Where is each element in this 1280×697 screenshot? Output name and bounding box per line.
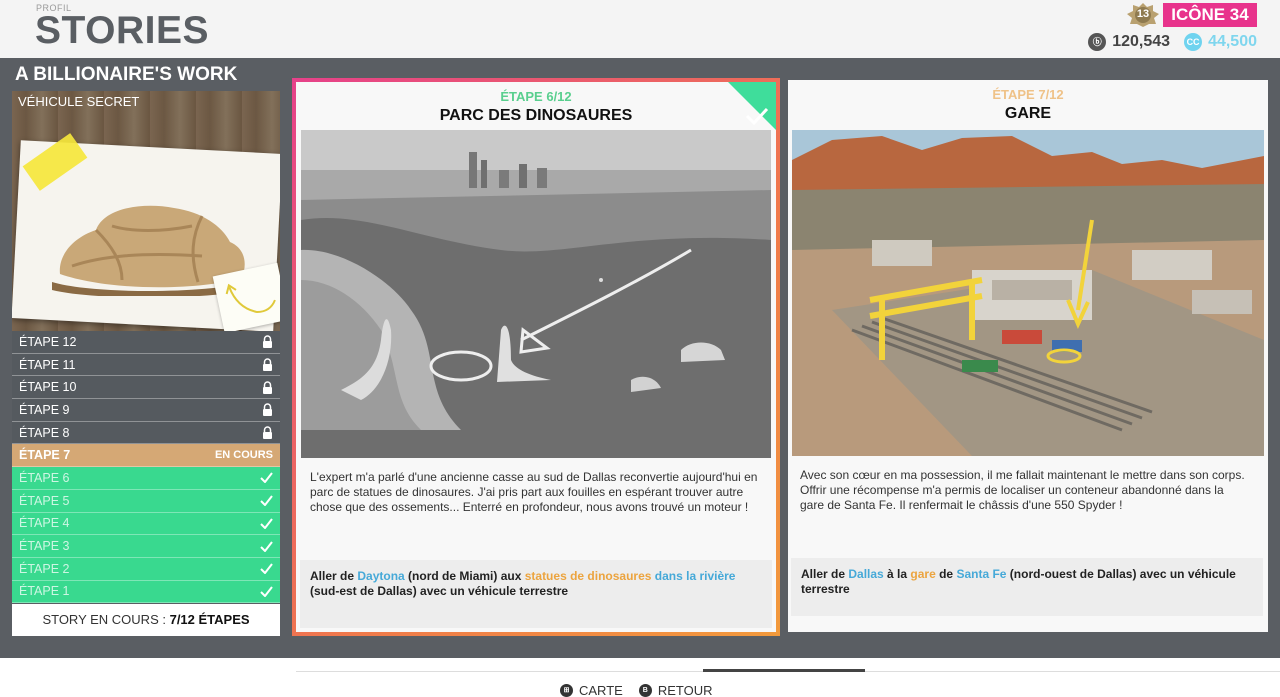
objective-location: Daytona — [357, 569, 405, 583]
dinosaur-park-image — [301, 130, 771, 458]
check-icon — [260, 540, 273, 552]
check-icon — [260, 563, 273, 575]
step-label: ÉTAPE 7 — [19, 448, 71, 463]
objective-location: Dallas — [848, 567, 884, 581]
lock-icon — [263, 381, 272, 394]
page-title: STORIES — [35, 9, 209, 52]
step-label: ÉTAPE 10 — [19, 380, 77, 395]
lock-icon — [263, 335, 272, 349]
story-status-value: 7/12 ÉTAPES — [169, 612, 250, 627]
step-label: ÉTAPE 8 — [19, 425, 70, 440]
step-item-11[interactable]: ÉTAPE 11 — [12, 353, 280, 377]
step-item-9[interactable]: ÉTAPE 9 — [12, 399, 280, 422]
card-objective: Aller de Daytona (nord de Miami) aux sta… — [300, 560, 772, 628]
lock-icon — [263, 403, 272, 417]
crew-credits-icon: CC — [1184, 33, 1203, 51]
step-item-4[interactable]: ÉTAPE 4 — [12, 512, 280, 536]
level-badge-icon: 13 — [1126, 2, 1160, 28]
currency-bar: ⓑ 120,543 CC 44,500 — [1088, 32, 1257, 52]
step-label: ÉTAPE 4 — [19, 516, 70, 531]
secret-vehicle-label: VÉHICULE SECRET — [18, 94, 140, 109]
card-title: GARE — [1004, 105, 1052, 122]
step-label: ÉTAPE 3 — [19, 539, 70, 554]
step-label: ÉTAPE 5 — [19, 493, 70, 508]
objective-text: Aller de — [801, 567, 849, 581]
header: PROFIL STORIES 13 ICÔNE 34 ⓑ 120,543 CC … — [0, 0, 1280, 58]
objective-text: de — [935, 567, 957, 581]
step-item-10[interactable]: ÉTAPE 10 — [12, 376, 280, 400]
station-image — [792, 130, 1264, 456]
step-item-5[interactable]: ÉTAPE 5 — [12, 489, 280, 513]
card-step-number: ÉTAPE 7/12 — [992, 87, 1064, 102]
card-step-number: ÉTAPE 6/12 — [500, 89, 572, 104]
view-button-icon: ⊞ — [560, 684, 573, 697]
check-icon — [260, 472, 273, 484]
step-card-station[interactable]: ÉTAPE 7/12 GARE Avec son cœur en ma poss… — [788, 80, 1268, 632]
card-description: Avec son cœur en ma possession, il me fa… — [800, 468, 1245, 512]
check-icon — [260, 495, 273, 507]
step-card-dinosaur-park[interactable]: ÉTAPE 6/12 PARC DES DINOSAURES L'expert … — [292, 78, 780, 636]
card-title: PARC DES DINOSAURES — [439, 107, 633, 124]
objective-text: (sud-est de Dallas) avec un véhicule ter… — [310, 584, 569, 598]
story-progress-status: STORY EN COURS : 7/12 ÉTAPES — [12, 604, 280, 636]
step-item-2[interactable]: ÉTAPE 2 — [12, 557, 280, 581]
credits-value: 120,543 — [1112, 33, 1171, 50]
lock-icon — [263, 358, 272, 372]
step-label: ÉTAPE 11 — [19, 357, 76, 372]
step-label: ÉTAPE 6 — [19, 470, 70, 485]
back-button-label: RETOUR — [657, 683, 713, 697]
story-title: A BILLIONAIRE'S WORK — [15, 64, 238, 85]
step-item-1[interactable]: ÉTAPE 1 — [12, 580, 280, 604]
lock-icon — [263, 426, 272, 440]
step-label: ÉTAPE 9 — [19, 402, 70, 417]
map-button-label: CARTE — [579, 683, 623, 697]
check-icon — [260, 586, 273, 597]
check-icon — [260, 518, 273, 529]
objective-target: gare — [910, 567, 936, 581]
map-button[interactable]: ⊞ CARTE — [560, 683, 623, 697]
step-item-6[interactable]: ÉTAPE 6 — [12, 467, 280, 490]
step-label: ÉTAPE 2 — [19, 561, 70, 576]
card-description: L'expert m'a parlé d'une ancienne casse … — [310, 470, 758, 514]
story-status-prefix: STORY EN COURS : — [42, 612, 170, 627]
step-item-3[interactable]: ÉTAPE 3 — [12, 535, 280, 558]
step-item-12[interactable]: ÉTAPE 12 — [12, 331, 280, 354]
step-label: ÉTAPE 1 — [19, 584, 70, 599]
rank-badge: ICÔNE 34 — [1163, 3, 1257, 27]
step-item-8[interactable]: ÉTAPE 8 — [12, 421, 280, 445]
objective-location: dans la rivière — [651, 569, 736, 583]
objective-target: statues de dinosaures — [524, 569, 652, 583]
objective-text: Aller de — [310, 569, 358, 583]
step-item-7[interactable]: ÉTAPE 7 EN COURS — [12, 444, 280, 468]
credits-icon: ⓑ — [1088, 33, 1107, 51]
level-number: 13 — [1136, 8, 1150, 20]
step-status: EN COURS — [214, 449, 273, 462]
b-button-icon: B — [638, 684, 652, 697]
step-label: ÉTAPE 12 — [19, 334, 77, 349]
card-objective: Aller de Dallas à la gare de Santa Fe (n… — [791, 558, 1263, 616]
crew-credits-value: 44,500 — [1208, 33, 1257, 50]
step-list: ÉTAPE 12 ÉTAPE 11 ÉTAPE 10 ÉTAPE 9 ÉTAPE… — [12, 331, 280, 604]
scroll-indicator[interactable] — [703, 669, 865, 672]
secret-vehicle-card: VÉHICULE SECRET — [12, 91, 280, 331]
objective-text: à la — [883, 567, 911, 581]
button-hints: ⊞ CARTE B RETOUR — [560, 683, 712, 697]
back-button[interactable]: B RETOUR — [638, 683, 713, 697]
objective-text: (nord de Miami) aux — [404, 569, 525, 583]
objective-location: Santa Fe — [956, 567, 1007, 581]
